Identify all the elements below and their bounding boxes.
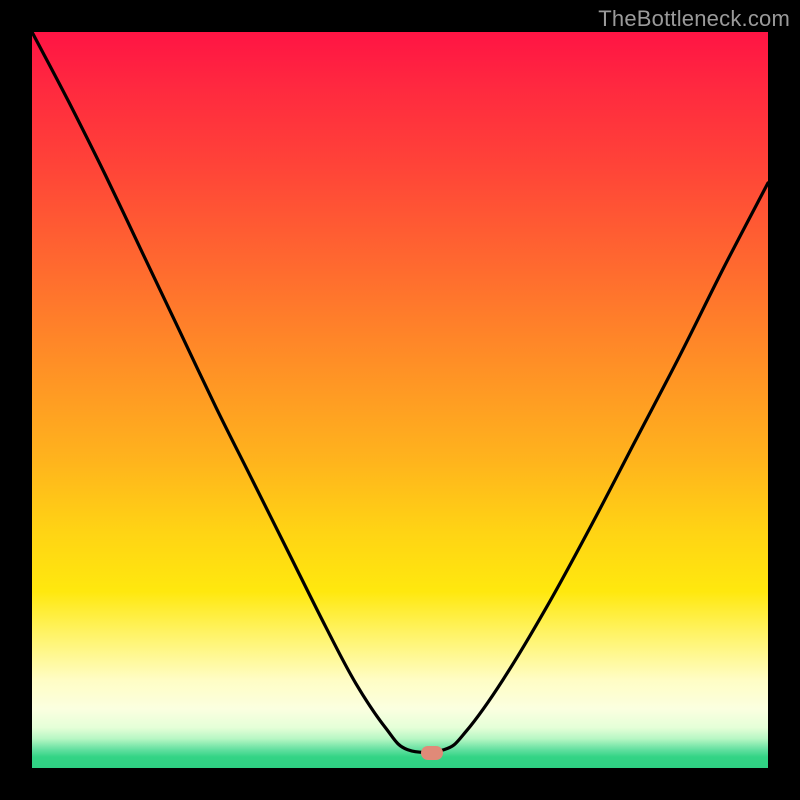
curve-path: [32, 32, 768, 752]
plot-area: [32, 32, 768, 768]
chart-frame: TheBottleneck.com: [0, 0, 800, 800]
trough-marker: [421, 746, 443, 760]
bottleneck-curve: [32, 32, 768, 768]
watermark-text: TheBottleneck.com: [598, 6, 790, 32]
